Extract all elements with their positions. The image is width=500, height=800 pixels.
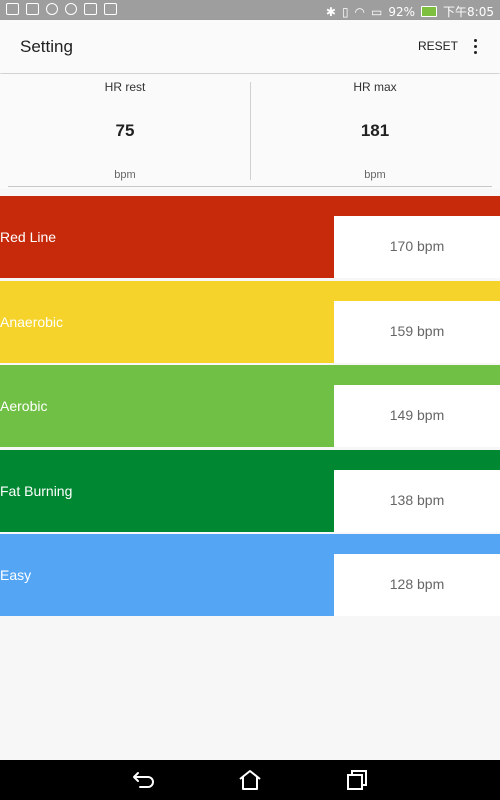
- system-icons: ✱ ▯ ◠ ▭ 92% 下午8:05: [326, 3, 494, 20]
- zone-value: 128 bpm: [389, 576, 445, 592]
- clock: 下午8:05: [443, 5, 494, 19]
- zone-value-box[interactable]: 128 bpm: [334, 554, 500, 616]
- hr-rest-unit: bpm: [114, 169, 136, 181]
- hr-rest-field[interactable]: HR rest 75 bpm: [0, 74, 250, 189]
- zone-fat-burning[interactable]: Fat Burning 138 bpm: [0, 450, 500, 532]
- battery-percent: 92%: [388, 4, 416, 19]
- horizontal-divider: [8, 186, 492, 187]
- zone-name: Red Line: [0, 229, 57, 245]
- image-icon: [26, 3, 39, 15]
- hr-rest-label: HR rest: [104, 80, 146, 94]
- screenshot-icon: [6, 3, 19, 15]
- bluetooth-icon: ✱: [325, 4, 336, 19]
- zone-name: Easy: [0, 567, 32, 583]
- zone-name: Fat Burning: [0, 483, 73, 499]
- zone-value-box[interactable]: 159 bpm: [334, 301, 500, 363]
- zone-aerobic[interactable]: Aerobic 149 bpm: [0, 365, 500, 447]
- hr-panel: HR rest 75 bpm HR max 181 bpm: [0, 74, 500, 189]
- home-icon[interactable]: [237, 768, 263, 792]
- hr-max-label: HR max: [353, 80, 397, 94]
- zone-value-box[interactable]: 138 bpm: [334, 470, 500, 532]
- zone-value: 159 bpm: [389, 323, 445, 339]
- shield-icon: [65, 3, 77, 15]
- reset-button[interactable]: RESET: [418, 39, 458, 53]
- zone-value-box[interactable]: 170 bpm: [334, 216, 500, 278]
- zone-value: 149 bpm: [389, 407, 445, 423]
- zone-value-box[interactable]: 149 bpm: [334, 385, 500, 447]
- wifi-icon: ◠: [354, 4, 366, 19]
- page-title: Setting: [20, 37, 73, 56]
- zone-value: 170 bpm: [389, 238, 445, 254]
- vibrate-icon: ▯: [341, 4, 349, 19]
- status-bar: ✱ ▯ ◠ ▭ 92% 下午8:05: [0, 0, 500, 20]
- zone-value: 138 bpm: [389, 492, 445, 508]
- back-icon[interactable]: [131, 768, 157, 792]
- navigation-bar: [0, 760, 500, 800]
- zone-name: Aerobic: [0, 398, 48, 414]
- hr-max-field[interactable]: HR max 181 bpm: [250, 74, 500, 189]
- overflow-menu-icon[interactable]: [470, 38, 480, 54]
- sd-card-icon: ▭: [371, 4, 383, 19]
- zone-name: Anaerobic: [0, 314, 64, 330]
- hr-rest-value: 75: [115, 121, 135, 140]
- android-icon: [104, 3, 117, 15]
- zone-easy[interactable]: Easy 128 bpm: [0, 534, 500, 616]
- notification-icons: [6, 3, 117, 15]
- hr-max-unit: bpm: [364, 169, 386, 181]
- app-toolbar: Setting RESET: [0, 20, 500, 73]
- hr-max-value: 181: [360, 121, 390, 140]
- zone-red-line[interactable]: Red Line 170 bpm: [0, 196, 500, 278]
- mail-icon: [84, 3, 97, 15]
- zone-anaerobic[interactable]: Anaerobic 159 bpm: [0, 281, 500, 363]
- battery-icon: [421, 6, 438, 17]
- sync-icon: [46, 3, 58, 15]
- recents-icon[interactable]: [343, 768, 369, 792]
